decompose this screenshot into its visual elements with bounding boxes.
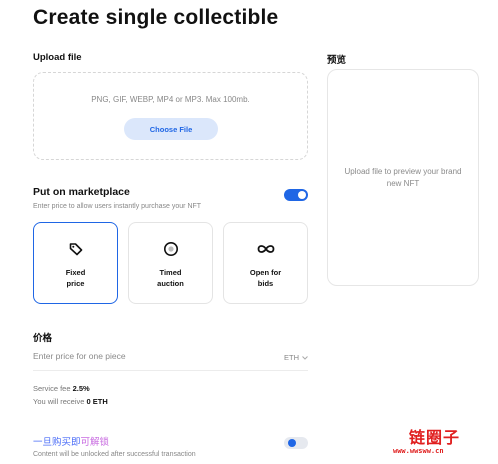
service-fee-label: Service fee xyxy=(33,384,71,393)
timer-icon xyxy=(129,241,212,257)
preview-label: 预览 xyxy=(327,55,347,66)
upload-label: Upload file xyxy=(33,52,82,63)
chevron-down-icon xyxy=(302,355,308,360)
marketplace-toggle[interactable] xyxy=(284,189,308,201)
upload-dropzone[interactable]: PNG, GIF, WEBP, MP4 or MP3. Max 100mb. C… xyxy=(33,72,308,160)
currency-value: ETH xyxy=(284,353,299,362)
preview-panel: Upload file to preview your brand new NF… xyxy=(327,69,479,286)
marketplace-title: Put on marketplace xyxy=(33,186,130,198)
toggle-knob xyxy=(298,191,306,199)
option-label: Open for bids xyxy=(249,268,282,288)
service-fee-line: Service fee 2.5% xyxy=(33,384,90,393)
watermark-logo: 链圈子 xyxy=(409,428,461,447)
preview-placeholder: Upload file to preview your brand new NF… xyxy=(344,167,462,188)
option-timed-auction[interactable]: Timed auction xyxy=(128,222,213,304)
toggle-knob xyxy=(288,439,296,447)
receive-line: You will receive 0 ETH xyxy=(33,397,108,406)
price-input[interactable] xyxy=(33,351,253,361)
infinity-icon xyxy=(224,241,307,257)
option-label: Timed auction xyxy=(157,268,184,288)
choose-file-button[interactable]: Choose File xyxy=(124,118,218,140)
option-fixed-price[interactable]: Fixed price xyxy=(33,222,118,304)
price-row: ETH xyxy=(33,345,308,371)
price-label: 价格 xyxy=(33,333,53,344)
service-fee-value: 2.5% xyxy=(72,384,90,393)
watermark-url: www.wwsww.cn xyxy=(393,447,444,455)
unlock-title: 一旦购买即可解锁 xyxy=(33,434,109,448)
receive-label: You will receive xyxy=(33,397,85,406)
page-title: Create single collectible xyxy=(33,6,279,29)
receive-value: 0 ETH xyxy=(86,397,108,406)
tag-icon xyxy=(34,241,117,257)
option-open-for-bids[interactable]: Open for bids xyxy=(223,222,308,304)
marketplace-subtitle: Enter price to allow users instantly pur… xyxy=(33,203,202,210)
unlock-subtitle: Content will be unlocked after successfu… xyxy=(33,451,196,458)
unlock-toggle[interactable] xyxy=(284,437,308,449)
unlock-title-part1: 一旦购买即 xyxy=(33,437,81,448)
upload-hint: PNG, GIF, WEBP, MP4 or MP3. Max 100mb. xyxy=(91,95,250,104)
currency-select[interactable]: ETH xyxy=(284,353,308,362)
unlock-title-part2: 可解锁 xyxy=(80,437,110,448)
option-label: Fixed price xyxy=(65,268,86,288)
